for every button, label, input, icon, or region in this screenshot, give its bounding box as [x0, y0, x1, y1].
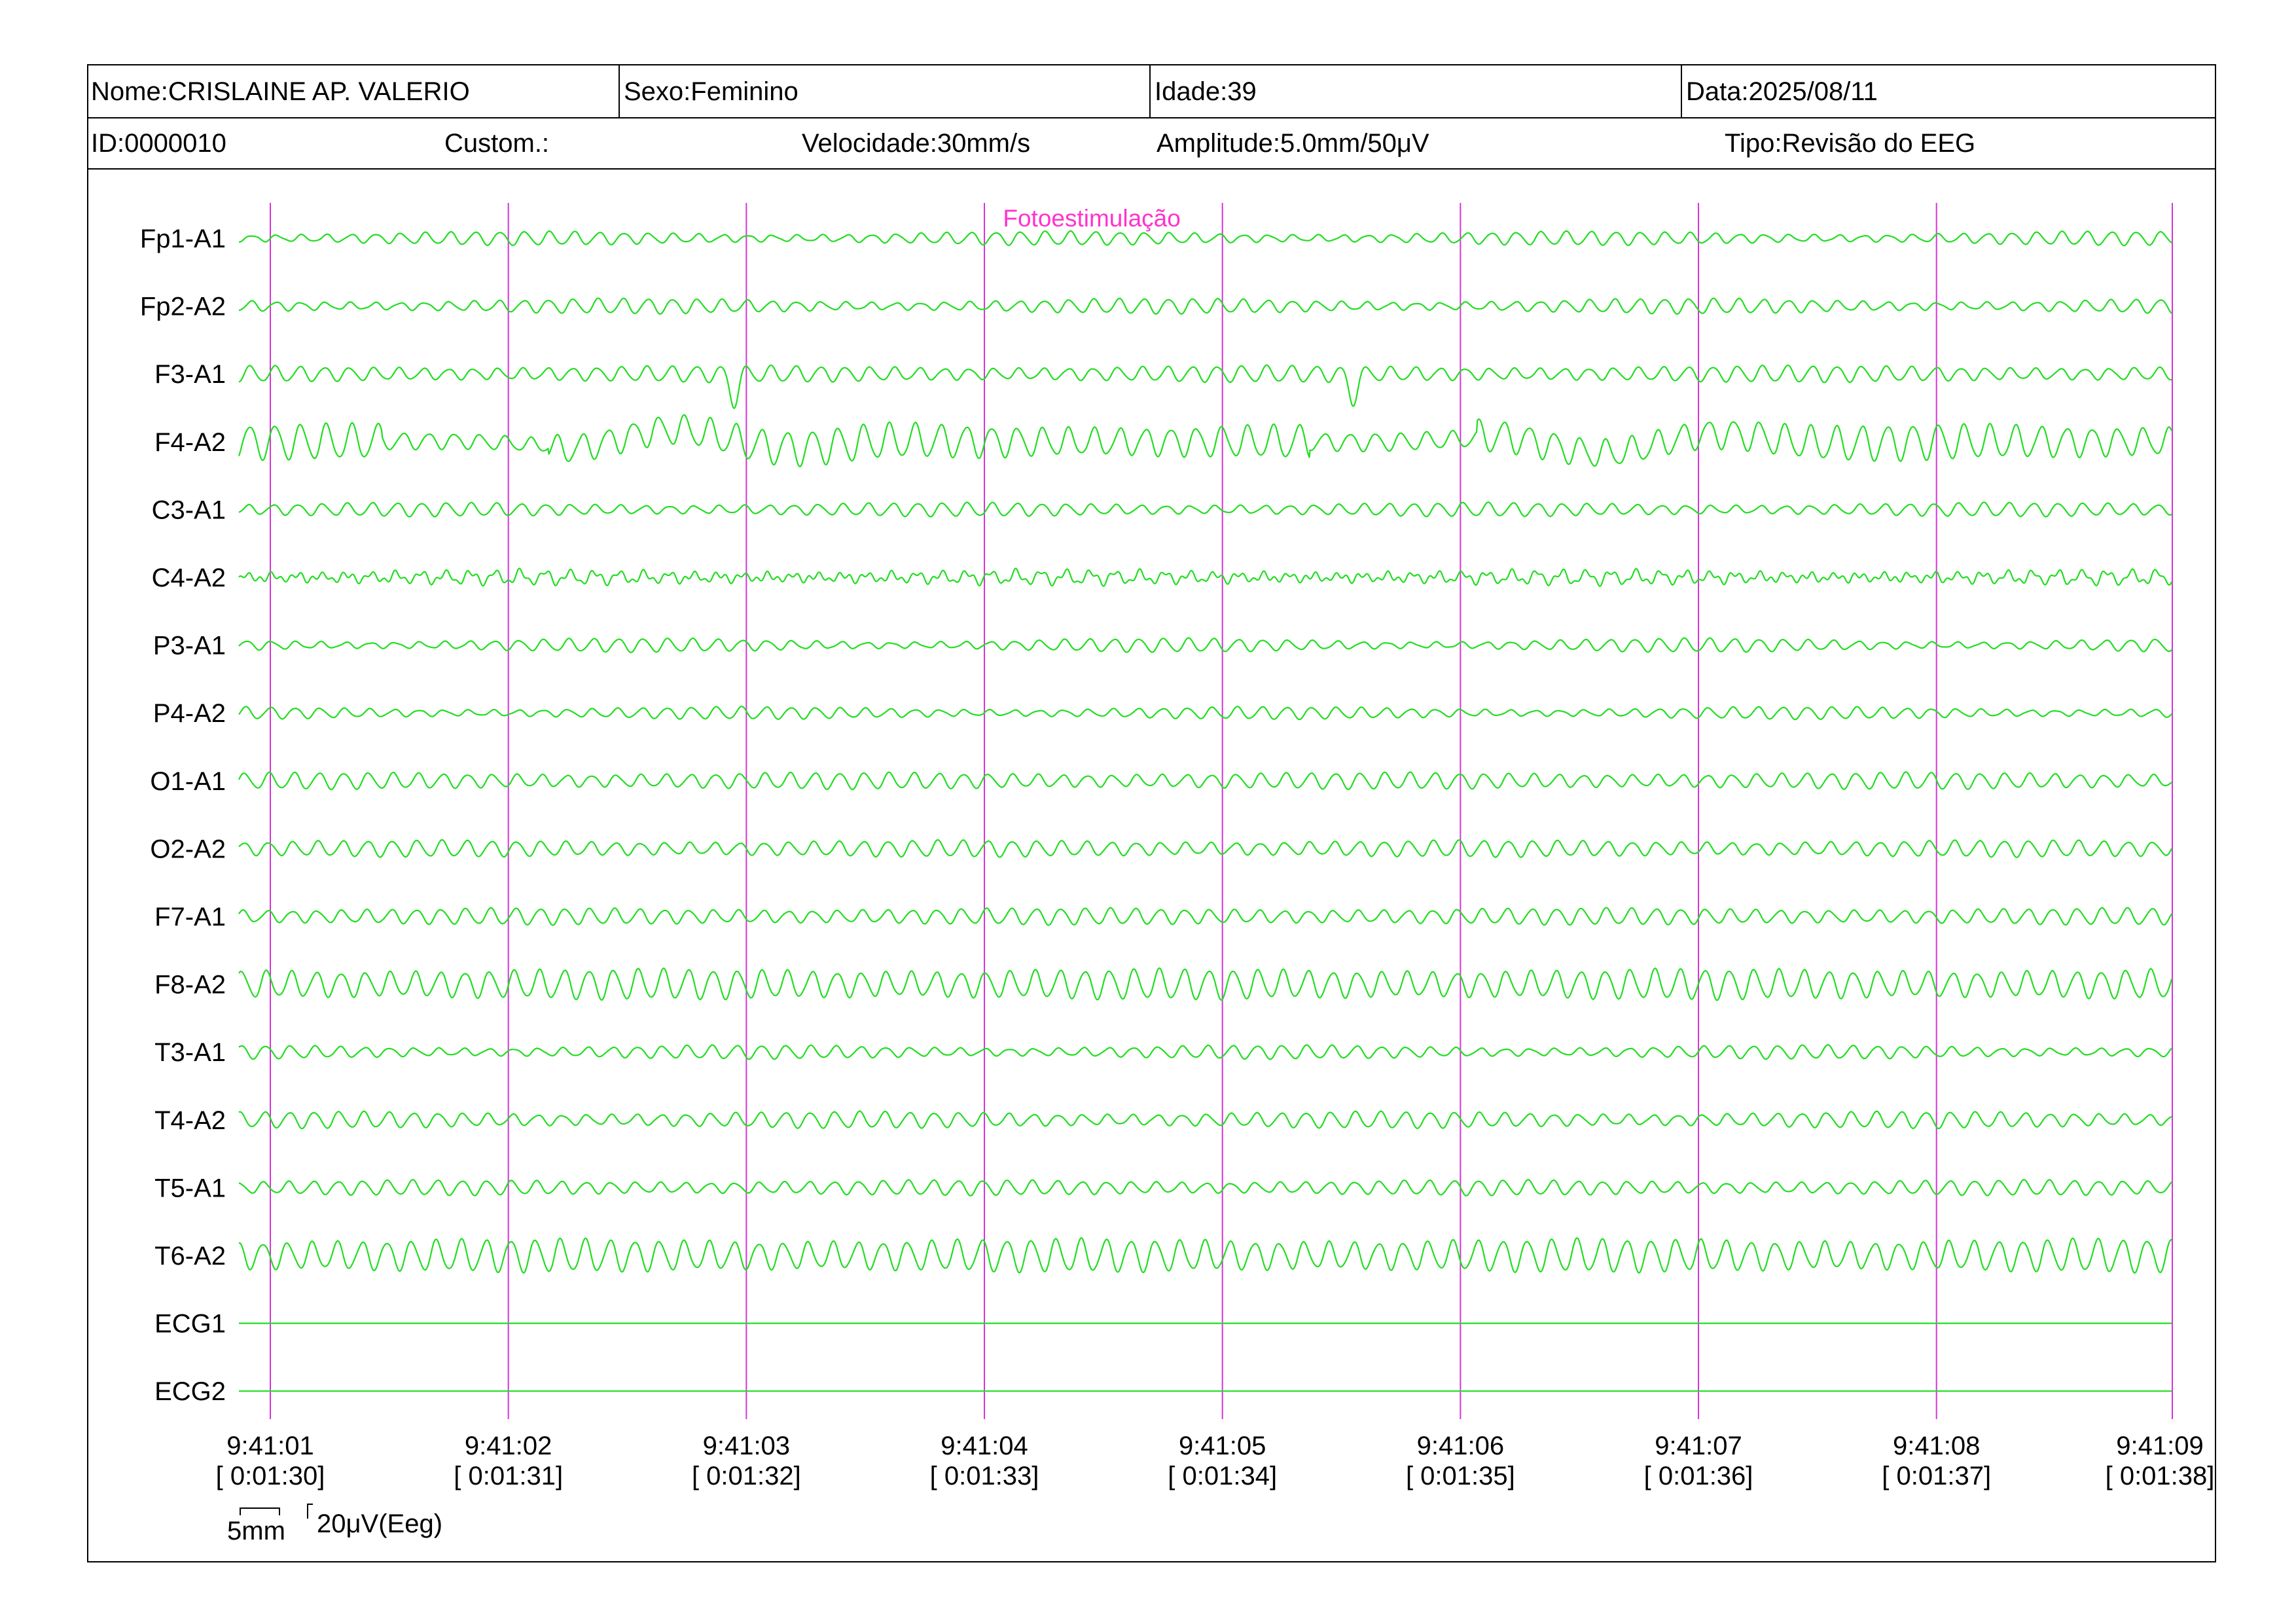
tick-label-elapsed: [ 0:01:32]	[692, 1462, 801, 1490]
channel-label: T4-A2	[154, 1106, 226, 1135]
channel-label: P4-A2	[153, 699, 226, 728]
eeg-trace	[238, 1044, 2172, 1060]
tick-label-clock: 9:41:05	[1179, 1432, 1266, 1460]
second-markers	[270, 203, 2173, 1419]
channel-label: F3-A1	[154, 360, 226, 389]
eeg-trace	[238, 501, 2172, 518]
tick-label-clock: 9:41:03	[703, 1432, 790, 1460]
eeg-trace	[238, 1110, 2172, 1130]
tick-label-clock: 9:41:08	[1893, 1432, 1980, 1460]
eeg-traces	[238, 230, 2173, 1392]
channel-label: F8-A2	[154, 971, 226, 1000]
channel-label: T6-A2	[154, 1242, 226, 1271]
photostimulation-annotation: Fotoestimulação	[1003, 205, 1180, 232]
eeg-trace	[238, 839, 2172, 858]
eeg-trace	[238, 771, 2172, 791]
eeg-trace	[238, 414, 2173, 467]
channel-labels: Fp1-A1 Fp2-A2 F3-A1 F4-A2 C3-A1 C4-A2 P3-A1 P4-…	[140, 225, 226, 1406]
calibration-amp-bracket	[307, 1504, 313, 1519]
calibration-time-bracket	[240, 1507, 280, 1515]
time-ticks: 9:41:01[ 0:01:30] 9:41:02[ 0:01:31] 9:41:0…	[216, 1432, 2215, 1490]
channel-label: F7-A1	[154, 903, 226, 931]
tick-label-clock: 9:41:06	[1417, 1432, 1504, 1460]
eeg-trace	[238, 568, 2172, 587]
eeg-trace	[238, 364, 2172, 409]
channel-label: ECG2	[154, 1377, 226, 1406]
calibration-legend: 5mm 20μV(Eeg)	[227, 1504, 442, 1545]
channel-label: C4-A2	[152, 564, 226, 592]
eeg-trace	[238, 967, 2173, 1001]
tick-label-clock: 9:41:09	[2116, 1432, 2203, 1460]
tick-label-elapsed: [ 0:01:31]	[454, 1462, 563, 1490]
tick-label-clock: 9:41:07	[1655, 1432, 1742, 1460]
eeg-chart: Fp1-A1 Fp2-A2 F3-A1 F4-A2 C3-A1 C4-A2 P3-A1 P4-…	[140, 203, 2215, 1545]
tick-label-clock: 9:41:02	[465, 1432, 552, 1460]
eeg-trace	[239, 230, 2172, 247]
channel-label: Fp1-A1	[140, 225, 226, 253]
tick-label-elapsed: [ 0:01:33]	[930, 1462, 1039, 1490]
eeg-trace	[238, 1179, 2172, 1197]
eeg-trace	[238, 706, 2172, 721]
eeg-trace	[238, 297, 2172, 315]
channel-label: T5-A1	[154, 1174, 226, 1202]
tick-label-elapsed: [ 0:01:38]	[2106, 1462, 2215, 1490]
tick-label-elapsed: [ 0:01:36]	[1644, 1462, 1753, 1490]
channel-label: C3-A1	[152, 496, 226, 524]
channel-label: O1-A1	[150, 767, 226, 796]
channel-label: F4-A2	[154, 428, 226, 457]
tick-label-clock: 9:41:04	[941, 1432, 1028, 1460]
calibration-time-label: 5mm	[227, 1517, 285, 1545]
tick-label-elapsed: [ 0:01:30]	[216, 1462, 325, 1490]
tick-label-elapsed: [ 0:01:34]	[1168, 1462, 1277, 1490]
channel-label: Fp2-A2	[140, 293, 226, 321]
eeg-trace	[238, 637, 2172, 653]
eeg-trace	[238, 907, 2172, 926]
eeg-trace	[239, 1237, 2172, 1274]
tick-label-elapsed: [ 0:01:35]	[1406, 1462, 1515, 1490]
channel-label: ECG1	[154, 1310, 226, 1339]
channel-label: P3-A1	[153, 632, 226, 660]
channel-label: O2-A2	[150, 835, 226, 863]
channel-label: T3-A1	[154, 1038, 226, 1067]
tick-label-clock: 9:41:01	[226, 1432, 314, 1460]
calibration-amp-label: 20μV(Eeg)	[317, 1509, 442, 1538]
tick-label-elapsed: [ 0:01:37]	[1882, 1462, 1991, 1490]
